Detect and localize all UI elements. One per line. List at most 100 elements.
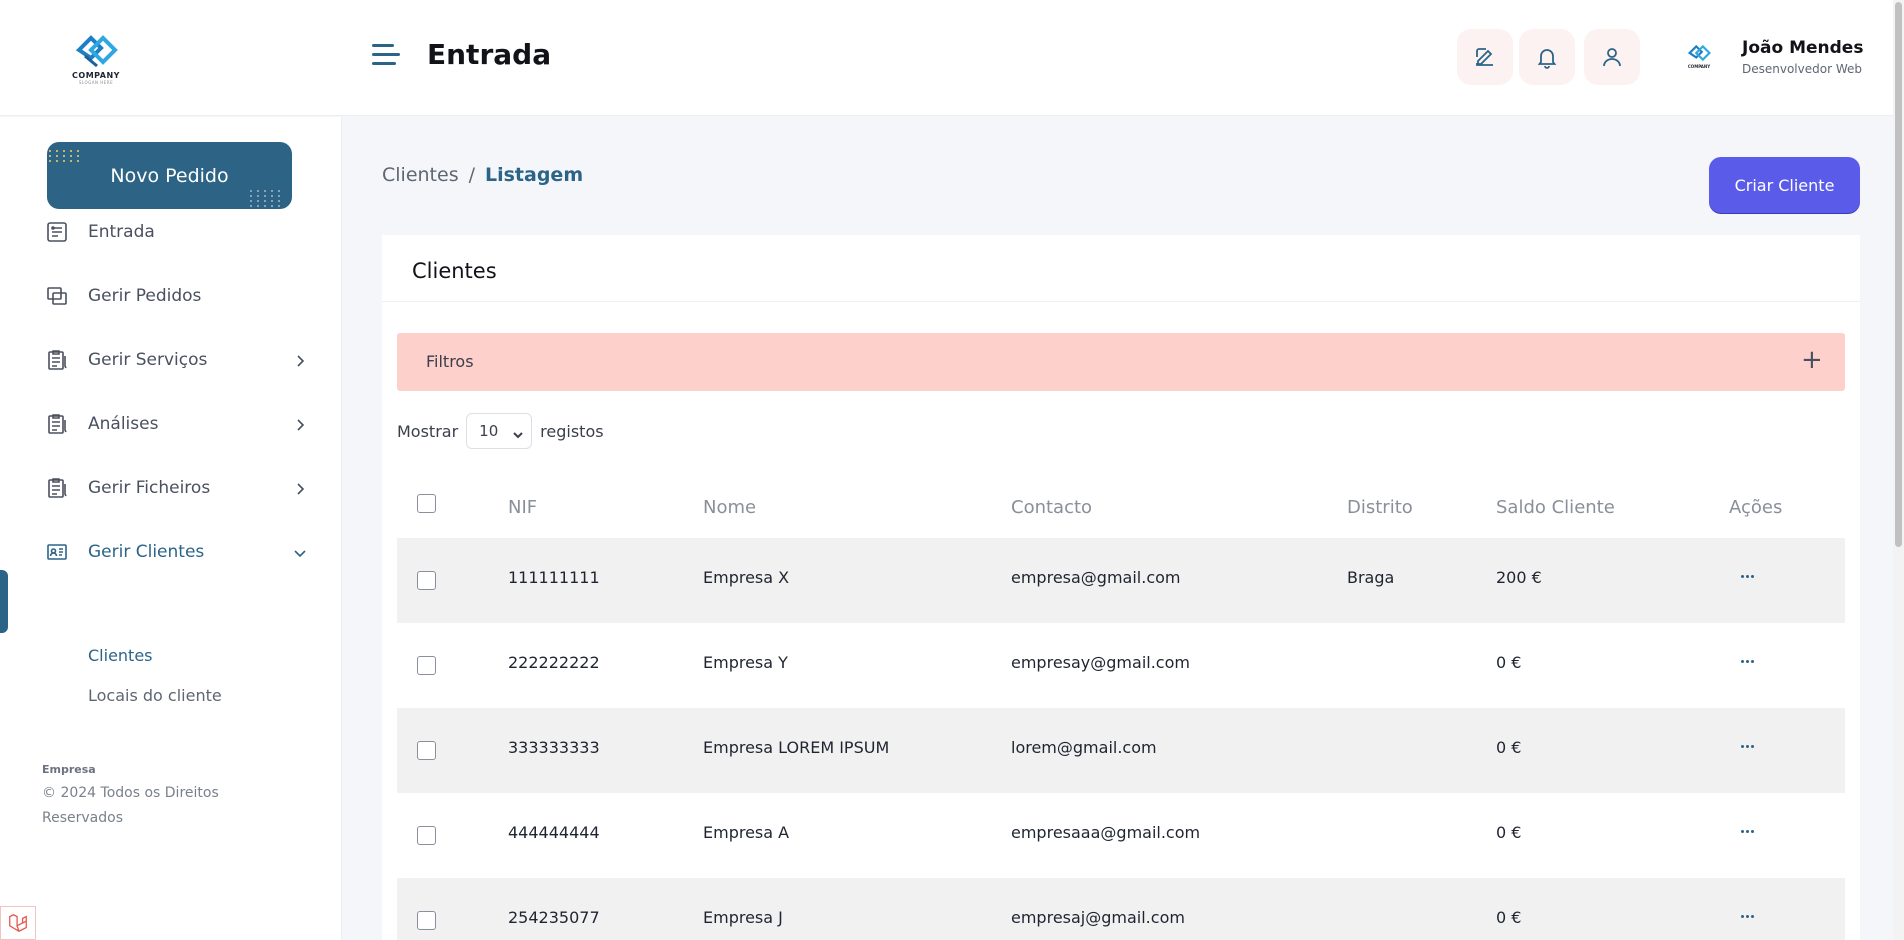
footer-copyright: © 2024 Todos os Direitos Reservados [42,785,219,826]
sidebar-item-analises[interactable]: Análises [0,402,342,446]
cell-nif: 333333333 [508,738,600,757]
sidebar-item-label: Gerir Ficheiros [88,478,211,498]
cell-contacto: empresaj@gmail.com [1011,908,1185,927]
active-indicator [0,570,8,633]
notifications-button[interactable] [1519,29,1575,85]
sidebar-item-gerir-clientes[interactable]: Gerir Clientes [0,530,342,574]
row-checkbox[interactable] [417,826,436,845]
cell-nome: Empresa LOREM IPSUM [703,738,890,757]
cell-nome: Empresa X [703,568,790,587]
table-row[interactable]: 254235077 Empresa J empresaj@gmail.com 0… [397,878,1845,940]
avatar-text: COMPANY [1687,64,1711,69]
breadcrumb-parent[interactable]: Clientes [382,164,459,186]
sidebar-subitem-locais-do-cliente[interactable]: Locais do cliente [88,686,222,705]
page-size-control: Mostrar 10 registos [397,413,604,449]
laravel-debug-badge[interactable] [0,906,36,940]
laravel-icon [9,914,27,932]
more-actions-icon[interactable] [1737,651,1757,671]
avatar-logo-icon [1687,44,1712,62]
edit-icon [1476,48,1493,66]
page-size-suffix: registos [540,421,604,441]
user-role: Desenvolvedor Web [1742,62,1862,76]
cell-contacto: empresa@gmail.com [1011,568,1181,587]
sidebar-item-gerir-ficheiros[interactable]: Gerir Ficheiros [0,466,342,510]
cell-nif: 111111111 [508,568,600,587]
cell-nif: 222222222 [508,653,600,672]
bell-icon [1537,49,1557,69]
more-actions-icon[interactable] [1737,906,1757,926]
column-header-saldo[interactable]: Saldo Cliente [1496,497,1615,518]
dots-decoration [250,190,282,207]
column-header-contacto[interactable]: Contacto [1011,497,1092,518]
cell-nif: 444444444 [508,823,600,842]
dashboard-icon [45,220,69,244]
more-actions-icon[interactable] [1737,821,1757,841]
chevron-down-icon [293,545,307,559]
footer-brand: Empresa [42,763,96,776]
company-logo[interactable]: COMPANY SLOGAN HERE [66,30,126,86]
page-scrollbar[interactable] [1893,0,1904,940]
clients-table: NIF Nome Contacto Distrito Saldo Cliente… [397,477,1845,940]
plus-icon: + [1801,345,1823,375]
sidebar: Novo Pedido Entrada Gerir Pedidos Gerir … [0,117,342,940]
cell-nome: Empresa A [703,823,790,842]
sidebar-item-label: Entrada [88,222,155,242]
row-checkbox[interactable] [417,656,436,675]
chevron-down-icon [513,426,523,439]
clients-card: Clientes Filtros + Mostrar 10 registos N… [382,235,1860,940]
clipboard-icon [45,348,69,372]
logo-text: COMPANY [72,71,120,80]
new-order-label: Novo Pedido [110,164,229,187]
clipboard-icon [45,412,69,436]
column-header-nome[interactable]: Nome [703,497,756,518]
user-name: João Mendes [1742,38,1864,58]
sidebar-item-label: Gerir Clientes [88,542,205,562]
cell-saldo: 0 € [1496,823,1522,842]
column-header-nif[interactable]: NIF [508,497,537,518]
row-checkbox[interactable] [417,571,436,590]
edit-button[interactable] [1457,29,1513,85]
cell-saldo: 200 € [1496,568,1542,587]
menu-toggle-icon[interactable] [372,44,400,68]
scrollbar-thumb[interactable] [1895,2,1902,547]
sidebar-item-gerir-servicos[interactable]: Gerir Serviços [0,338,342,382]
cell-saldo: 0 € [1496,738,1522,757]
table-row[interactable]: 222222222 Empresa Y empresay@gmail.com 0… [397,623,1845,708]
cell-contacto: empresay@gmail.com [1011,653,1190,672]
cell-distrito: Braga [1347,568,1395,587]
sidebar-item-label: Gerir Pedidos [88,286,202,306]
cell-nome: Empresa J [703,908,783,927]
sidebar-item-entrada[interactable]: Entrada [0,210,342,254]
breadcrumb: Clientes / Listagem [382,164,583,186]
page-size-prefix: Mostrar [397,421,459,441]
more-actions-icon[interactable] [1737,566,1757,586]
avatar[interactable]: COMPANY [1683,42,1715,74]
more-actions-icon[interactable] [1737,736,1757,756]
create-client-button[interactable]: Criar Cliente [1709,157,1860,213]
row-checkbox[interactable] [417,741,436,760]
sidebar-subitem-clientes[interactable]: Clientes [88,646,153,665]
filters-label: Filtros [426,352,474,371]
sidebar-item-gerir-pedidos[interactable]: Gerir Pedidos [0,274,342,318]
user-icon [1603,48,1621,67]
page-size-select[interactable]: 10 [466,413,533,449]
profile-button[interactable] [1584,29,1640,85]
row-checkbox[interactable] [417,911,436,930]
select-all-checkbox[interactable] [417,494,436,513]
table-row[interactable]: 333333333 Empresa LOREM IPSUM lorem@gmai… [397,708,1845,793]
cell-nif: 254235077 [508,908,600,927]
logo-slogan: SLOGAN HERE [78,80,114,85]
column-header-acoes: Ações [1729,497,1783,518]
cell-contacto: empresaaa@gmail.com [1011,823,1201,842]
cell-contacto: lorem@gmail.com [1011,738,1157,757]
table-row[interactable]: 111111111 Empresa X empresa@gmail.com Br… [397,538,1845,623]
sidebar-item-label: Análises [88,414,159,434]
breadcrumb-separator: / [468,164,475,186]
sidebar-item-label: Gerir Serviços [88,350,208,370]
table-row[interactable]: 444444444 Empresa A empresaaa@gmail.com … [397,793,1845,878]
column-header-distrito[interactable]: Distrito [1347,497,1413,518]
new-order-button[interactable]: Novo Pedido [47,142,292,209]
page-size-value: 10 [479,422,499,440]
filters-panel-toggle[interactable]: Filtros + [397,333,1845,391]
cell-saldo: 0 € [1496,653,1522,672]
